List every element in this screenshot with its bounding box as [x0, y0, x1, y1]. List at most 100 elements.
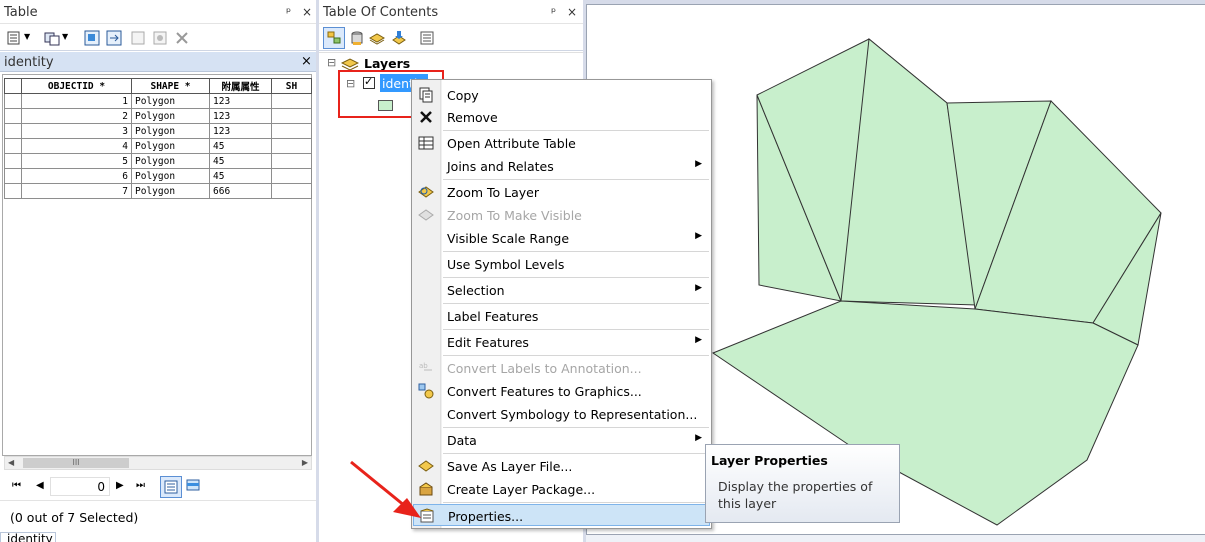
last-record-icon[interactable]: ⏭: [136, 480, 145, 491]
cell-objectid[interactable]: 4: [21, 138, 132, 154]
cell-shape-extra[interactable]: [271, 123, 312, 139]
table-row[interactable]: 5 Polygon 45: [4, 153, 312, 169]
cell-attribute[interactable]: 123: [209, 93, 272, 109]
record-number-input[interactable]: 0: [50, 477, 110, 496]
column-header[interactable]: SHAPE *: [131, 78, 210, 94]
cell-shape[interactable]: Polygon: [131, 183, 210, 199]
dropdown-arrow-icon[interactable]: ▼: [62, 32, 68, 41]
close-tab-icon[interactable]: ×: [301, 54, 312, 69]
pin-icon[interactable]: ᵖ: [286, 5, 291, 19]
list-by-visibility-icon[interactable]: [369, 30, 385, 46]
horizontal-scrollbar[interactable]: ◀ III ▶: [4, 456, 312, 470]
cell-objectid[interactable]: 5: [21, 153, 132, 169]
column-header[interactable]: 附属属性: [209, 78, 272, 94]
close-icon[interactable]: ×: [302, 5, 312, 19]
cell-attribute[interactable]: 45: [209, 138, 272, 154]
cell-shape[interactable]: Polygon: [131, 123, 210, 139]
list-by-source-icon[interactable]: [349, 30, 365, 46]
menu-item-data[interactable]: Data ▶: [413, 429, 710, 451]
show-all-records-button[interactable]: [160, 476, 182, 498]
row-selector[interactable]: [4, 93, 22, 109]
menu-item-zoom-to-layer[interactable]: Zoom To Layer: [413, 181, 710, 203]
selected-records-icon[interactable]: [186, 479, 200, 491]
cell-objectid[interactable]: 2: [21, 108, 132, 124]
menu-item-zoom-to-make-visible[interactable]: Zoom To Make Visible: [413, 204, 710, 226]
cell-shape[interactable]: Polygon: [131, 153, 210, 169]
menu-item-label-features[interactable]: Label Features: [413, 305, 710, 327]
menu-item-convert-symbology-to-representation[interactable]: Convert Symbology to Representation...: [413, 403, 710, 425]
cell-objectid[interactable]: 1: [21, 93, 132, 109]
row-selector[interactable]: [4, 183, 22, 199]
scroll-thumb[interactable]: III: [23, 458, 129, 468]
close-icon[interactable]: ×: [567, 5, 577, 19]
menu-item-convert-labels-to-annotation[interactable]: ab Convert Labels to Annotation...: [413, 357, 710, 379]
table-row[interactable]: 3 Polygon 123: [4, 123, 312, 139]
cell-objectid[interactable]: 6: [21, 168, 132, 184]
next-record-icon[interactable]: ▶: [116, 480, 124, 491]
zoom-to-layer-icon: [418, 186, 434, 198]
cell-shape-extra[interactable]: [271, 138, 312, 154]
cell-attribute[interactable]: 666: [209, 183, 272, 199]
switch-selection-icon[interactable]: [106, 30, 122, 46]
options-icon[interactable]: [419, 30, 435, 46]
cell-shape-extra[interactable]: [271, 108, 312, 124]
menu-item-save-as-layer-file[interactable]: Save As Layer File...: [413, 455, 710, 477]
table-row[interactable]: 6 Polygon 45: [4, 168, 312, 184]
column-header[interactable]: OBJECTID *: [21, 78, 132, 94]
cell-shape[interactable]: Polygon: [131, 138, 210, 154]
menu-item-selection[interactable]: Selection ▶: [413, 279, 710, 301]
related-tables-icon[interactable]: [44, 30, 60, 46]
cell-attribute[interactable]: 45: [209, 153, 272, 169]
delete-selected-icon[interactable]: [152, 30, 168, 46]
menu-item-visible-scale-range[interactable]: Visible Scale Range ▶: [413, 227, 710, 249]
menu-item-remove[interactable]: Remove: [413, 106, 710, 128]
scroll-right-icon[interactable]: ▶: [302, 458, 308, 467]
row-selector[interactable]: [4, 123, 22, 139]
row-selector[interactable]: [4, 168, 22, 184]
clear-selection-icon[interactable]: [130, 30, 146, 46]
dropdown-arrow-icon[interactable]: ▼: [24, 32, 30, 41]
menu-item-use-symbol-levels[interactable]: Use Symbol Levels: [413, 253, 710, 275]
previous-record-icon[interactable]: ◀: [36, 480, 44, 491]
delete-icon[interactable]: [174, 30, 190, 46]
pin-icon[interactable]: ᵖ: [551, 5, 556, 19]
collapse-layers-icon[interactable]: ⊟: [327, 56, 336, 69]
menu-item-properties[interactable]: Properties...: [413, 504, 710, 526]
first-record-icon[interactable]: ⏮: [12, 480, 21, 491]
cell-shape[interactable]: Polygon: [131, 108, 210, 124]
table-row[interactable]: 1 Polygon 123: [4, 93, 312, 109]
menu-item-label: Visible Scale Range: [447, 231, 570, 246]
cell-shape[interactable]: Polygon: [131, 168, 210, 184]
list-by-selection-icon[interactable]: [391, 30, 407, 46]
menu-item-convert-features-to-graphics[interactable]: Convert Features to Graphics...: [413, 380, 710, 402]
menu-item-create-layer-package[interactable]: Create Layer Package...: [413, 478, 710, 500]
scroll-left-icon[interactable]: ◀: [8, 458, 14, 467]
cell-attribute[interactable]: 45: [209, 168, 272, 184]
cell-objectid[interactable]: 7: [21, 183, 132, 199]
row-selector[interactable]: [4, 108, 22, 124]
cell-attribute[interactable]: 123: [209, 123, 272, 139]
table-row[interactable]: 2 Polygon 123: [4, 108, 312, 124]
cell-shape-extra[interactable]: [271, 93, 312, 109]
layers-root-label[interactable]: Layers: [364, 56, 410, 71]
row-selector-header[interactable]: [4, 78, 22, 94]
menu-item-joins-and-relates[interactable]: Joins and Relates ▶: [413, 155, 710, 177]
menu-item-open-attribute-table[interactable]: Open Attribute Table: [413, 132, 710, 154]
table-row[interactable]: 7 Polygon 666: [4, 183, 312, 199]
table-row[interactable]: 4 Polygon 45: [4, 138, 312, 154]
table-options-icon[interactable]: [6, 30, 22, 46]
list-by-drawing-order-button[interactable]: [323, 27, 345, 49]
column-header[interactable]: SH: [271, 78, 312, 94]
row-selector[interactable]: [4, 153, 22, 169]
cell-objectid[interactable]: 3: [21, 123, 132, 139]
cell-shape[interactable]: Polygon: [131, 93, 210, 109]
cell-shape-extra[interactable]: [271, 183, 312, 199]
menu-item-edit-features[interactable]: Edit Features ▶: [413, 331, 710, 353]
select-by-attributes-icon[interactable]: [84, 30, 100, 46]
cell-attribute[interactable]: 123: [209, 108, 272, 124]
bottom-tab[interactable]: identity: [0, 532, 56, 542]
cell-shape-extra[interactable]: [271, 168, 312, 184]
row-selector[interactable]: [4, 138, 22, 154]
cell-shape-extra[interactable]: [271, 153, 312, 169]
menu-item-copy[interactable]: Copy: [413, 84, 710, 106]
